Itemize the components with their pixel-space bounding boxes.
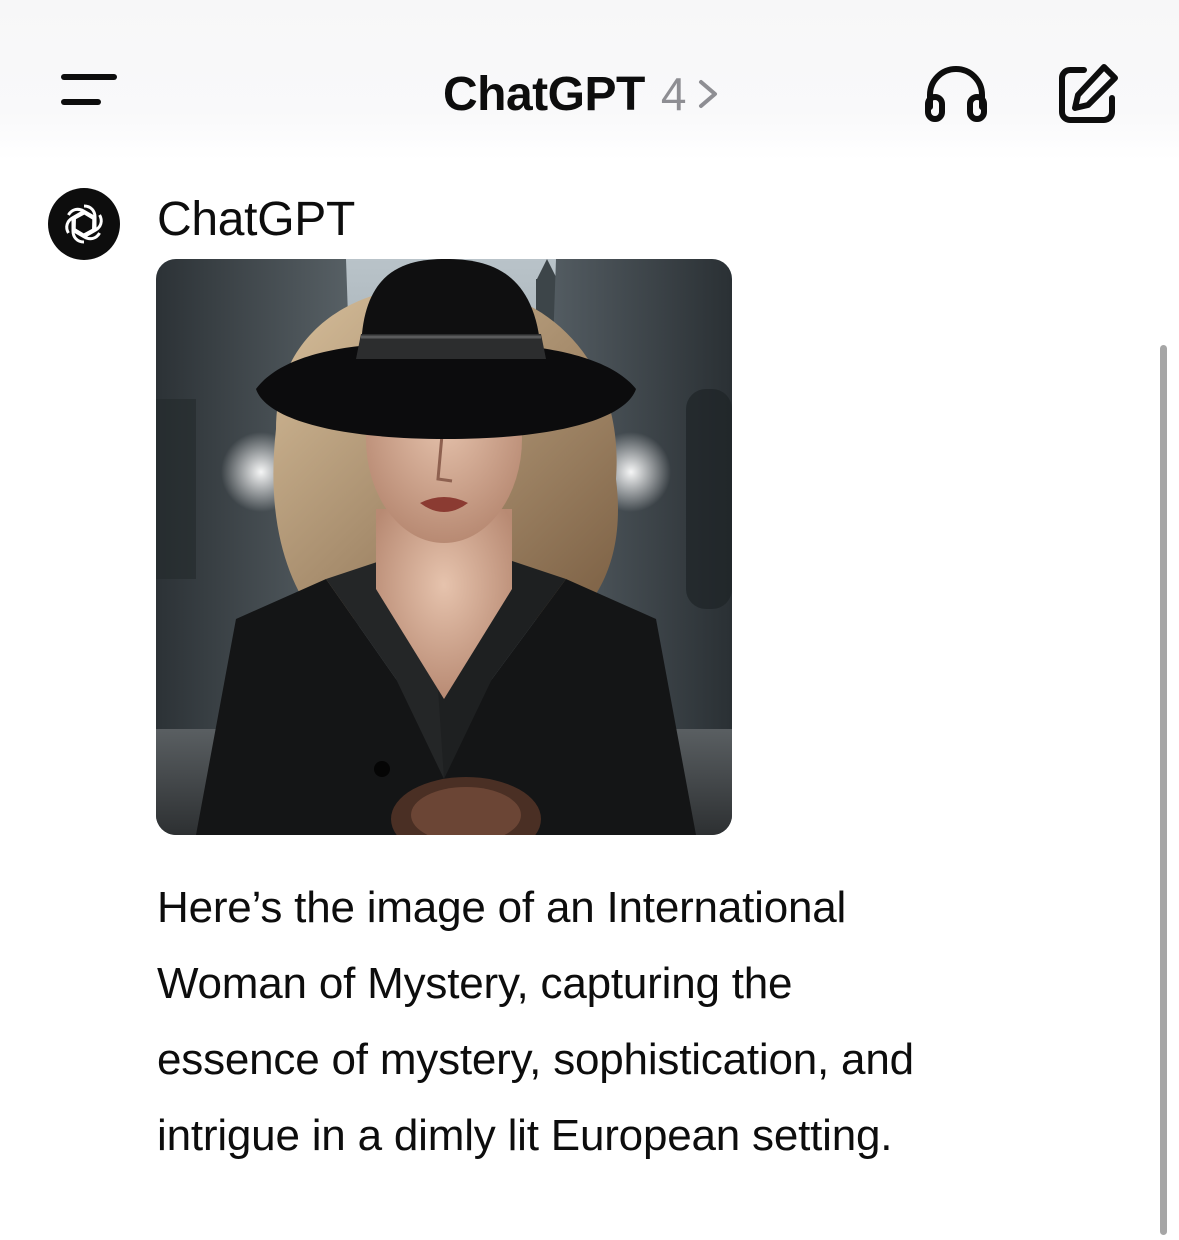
model-version: 4: [660, 68, 687, 120]
message-line: Here’s the image of an International: [157, 883, 847, 932]
hamburger-menu-icon[interactable]: [56, 64, 126, 114]
headphones-icon[interactable]: [924, 63, 988, 123]
scrollbar[interactable]: [1160, 345, 1167, 1235]
message-line: essence of mystery, sophistication, and: [157, 1035, 914, 1084]
openai-logo-icon: [48, 188, 120, 260]
top-bar: ChatGPT 4: [0, 0, 1179, 160]
assistant-message-text: Here’s the image of an International Wom…: [157, 870, 1117, 1174]
sender-name: ChatGPT: [157, 193, 355, 246]
app-title: ChatGPT: [443, 67, 645, 121]
compose-edit-icon[interactable]: [1056, 62, 1120, 126]
model-selector[interactable]: ChatGPT 4: [443, 64, 720, 124]
message-line: intrigue in a dimly lit European setting…: [157, 1111, 893, 1160]
generated-image[interactable]: [156, 259, 732, 835]
message-line: Woman of Mystery, capturing the: [157, 959, 793, 1008]
chevron-right-icon: [699, 80, 718, 108]
